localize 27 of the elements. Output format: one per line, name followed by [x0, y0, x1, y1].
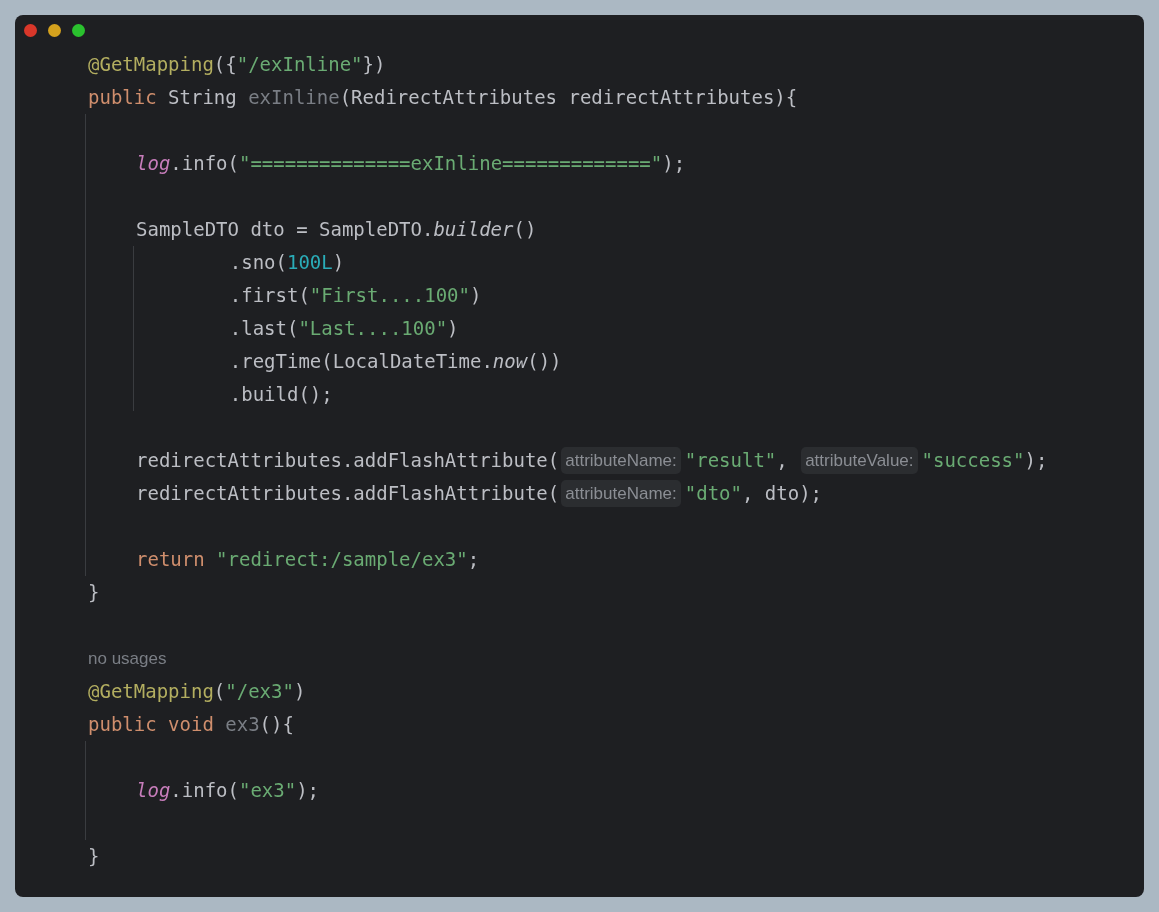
code-text: log.info("==============exInline============="); [136, 151, 686, 176]
window-control-dot-icon[interactable] [72, 24, 85, 37]
code-text: redirectAttributes.addFlashAttribute( [136, 448, 560, 473]
code-text: return "redirect:/sample/ex3"; [136, 547, 480, 572]
parameter-hint: attributeName: [561, 447, 681, 474]
code-text: "result", [684, 448, 789, 473]
window-control-dot-icon[interactable] [24, 24, 37, 37]
code-text: @GetMapping({"/exInline"}) [88, 52, 386, 77]
window-control-dot-icon[interactable] [48, 24, 61, 37]
usages-hint[interactable]: no usages [88, 642, 167, 675]
code-text: log.info("ex3"); [136, 778, 320, 803]
code-text: @GetMapping("/ex3") [88, 679, 306, 704]
code-text: public void ex3(){ [88, 712, 294, 737]
code-text: "dto", dto); [684, 481, 823, 506]
code-text: redirectAttributes.addFlashAttribute( [136, 481, 560, 506]
code-text: public String exInline(RedirectAttributes redirectAttributes){ [88, 85, 798, 110]
parameter-hint: attributeName: [561, 480, 681, 507]
code-text: .build(); [228, 382, 333, 407]
code-text: "success"); [921, 448, 1048, 473]
code-text: } [88, 580, 100, 605]
code-text: .sno(100L) [228, 250, 345, 275]
code-text: .last("Last....100") [228, 316, 459, 341]
code-text: .first("First....100") [228, 283, 482, 308]
parameter-hint: attributeValue: [801, 447, 918, 474]
code-text: .regTime(LocalDateTime.now()) [228, 349, 562, 374]
code-text: SampleDTO dto = SampleDTO.builder() [136, 217, 537, 242]
code-text: } [88, 844, 100, 869]
